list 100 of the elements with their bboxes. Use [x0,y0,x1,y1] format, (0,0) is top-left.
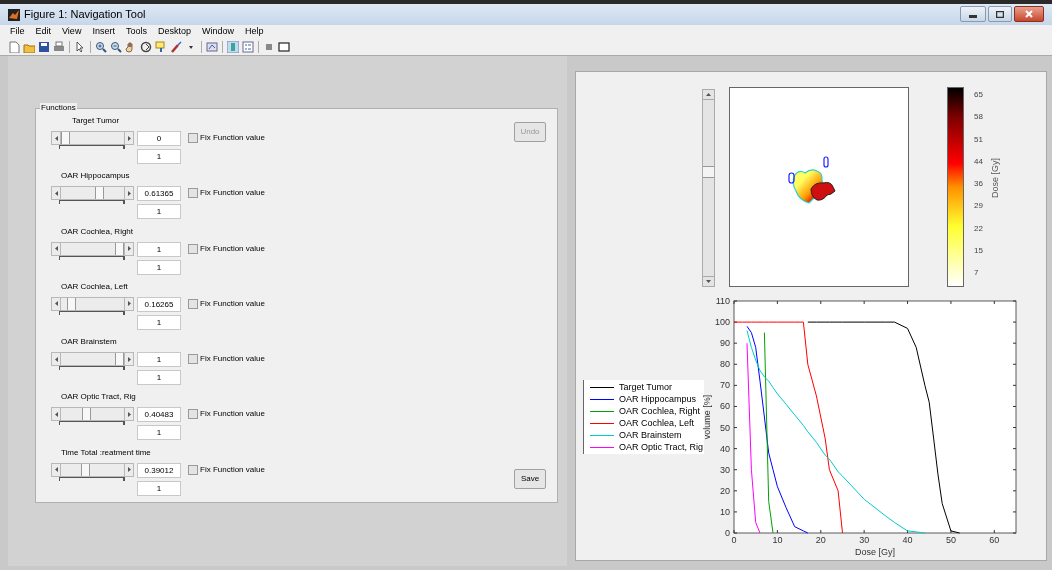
slider-thumb[interactable] [66,297,76,310]
value-field[interactable]: 1 [137,352,181,368]
save-button[interactable]: Save [514,469,546,489]
menu-item[interactable]: Edit [35,25,52,39]
legend-icon[interactable] [242,41,254,53]
x-tick-label: 40 [902,535,913,545]
slider-right-button[interactable] [124,462,134,477]
slider-thumb[interactable] [115,353,124,366]
right-arrow-icon [127,246,131,252]
rotate-icon[interactable] [140,41,152,53]
print-icon[interactable] [53,41,65,53]
legend-label: OAR Optic Tract, Rig [619,441,704,453]
maximize-button[interactable] [988,6,1012,22]
slider-left-button[interactable] [51,131,61,145]
link-plot-icon[interactable] [206,41,218,53]
slider-thumb[interactable] [115,242,124,255]
menu-item[interactable]: Desktop [157,25,191,39]
checkbox[interactable] [188,464,198,475]
pointer-icon[interactable] [74,41,86,53]
weight-field[interactable]: 1 [137,149,181,164]
slider-tick-marks [59,421,125,426]
value-field[interactable]: 1 [137,241,181,257]
slider-right-button[interactable] [124,407,134,422]
y-tick-label: 20 [720,485,730,496]
scrollbar-thumb[interactable] [703,166,714,178]
checkbox[interactable] [188,133,198,143]
y-tick-label: 100 [714,317,730,328]
checkbox[interactable] [188,409,198,420]
data-cursor-icon[interactable] [155,41,167,53]
slider-label: OAR Optic Tract, Rig [60,392,137,404]
slider-thumb[interactable] [95,187,105,200]
value-field[interactable]: 0 [137,131,181,146]
slider-label: Target Tumor [71,116,121,127]
weight-field[interactable]: 1 [137,480,181,496]
weight-field[interactable]: 1 [137,259,181,275]
right-arrow-icon [127,356,131,362]
slider-left-button[interactable] [51,407,61,422]
y-axis-label: volume [%] [702,394,712,440]
vertical-scrollbar[interactable] [702,89,715,287]
colorbar-tick-label: 58 [974,112,983,123]
slider-tick-marks [59,255,125,260]
slider-tick-marks [59,366,125,371]
brush-icon[interactable] [170,41,182,53]
weight-field[interactable]: 1 [137,425,181,441]
minimize-button[interactable] [960,6,986,22]
value-field[interactable]: 0.39012 [137,462,181,478]
new-file-icon[interactable] [8,41,20,53]
colorbar-tick-label: 36 [974,179,983,189]
menu-item[interactable]: View [62,25,82,39]
slider-thumb[interactable] [82,408,91,421]
checkbox[interactable] [188,354,198,365]
slider-right-button[interactable] [124,296,134,311]
weight-field[interactable]: 1 [137,370,181,386]
zoom-in-icon[interactable] [95,41,107,53]
matlab-logo-icon [8,8,20,21]
x-axis-label: Dose [Gy] [855,547,895,557]
y-tick-label: 10 [720,506,730,517]
left-arrow-icon [54,246,58,252]
menu-item[interactable]: Tools [125,25,147,39]
y-tick-label: 70 [720,380,730,391]
menu-item[interactable]: Window [201,25,234,39]
value-field[interactable]: 0.16265 [137,296,181,312]
colorbar-icon[interactable] [227,41,239,53]
menu-item[interactable]: Help [244,25,264,39]
legend-label: OAR Cochlea, Left [619,417,695,429]
value-field[interactable]: 0.40483 [137,407,181,423]
slider-left-button[interactable] [51,296,61,311]
checkbox[interactable] [188,298,198,309]
down-arrow-icon [706,280,711,283]
slider-thumb[interactable] [81,463,91,476]
zoom-out-icon[interactable] [110,41,122,53]
left-arrow-icon [54,467,58,473]
slider-left-button[interactable] [51,352,61,367]
checkbox[interactable] [188,243,198,254]
slider-left-button[interactable] [51,186,61,201]
slider-right-button[interactable] [124,131,134,145]
slider-right-button[interactable] [124,241,134,256]
slider-left-button[interactable] [51,462,61,477]
dock-icon[interactable] [278,41,290,53]
slider-left-button[interactable] [51,241,61,256]
slider-right-button[interactable] [124,352,134,367]
menu-item[interactable]: Insert [92,25,115,39]
slider-tick-marks [59,310,125,315]
checkbox[interactable] [188,188,198,199]
close-button[interactable] [1014,6,1044,22]
menu-item[interactable]: File [10,25,25,39]
slider-label: Time Total :reatment time [60,447,152,459]
value-field[interactable]: 0.61365 [137,186,181,202]
weight-field[interactable]: 1 [137,314,181,330]
right-arrow-icon [127,135,131,141]
up-arrow-icon [706,93,711,96]
slider-label: OAR Cochlea, Left [60,281,129,293]
slider-right-button[interactable] [124,186,134,201]
y-tick-label: 60 [720,401,730,412]
save-icon[interactable] [38,41,50,53]
left-arrow-icon [54,412,58,417]
weight-field[interactable]: 1 [137,204,181,220]
slider-thumb[interactable] [61,132,70,144]
y-tick-label: 80 [720,359,730,370]
dose-distribution-drawing [788,156,836,204]
